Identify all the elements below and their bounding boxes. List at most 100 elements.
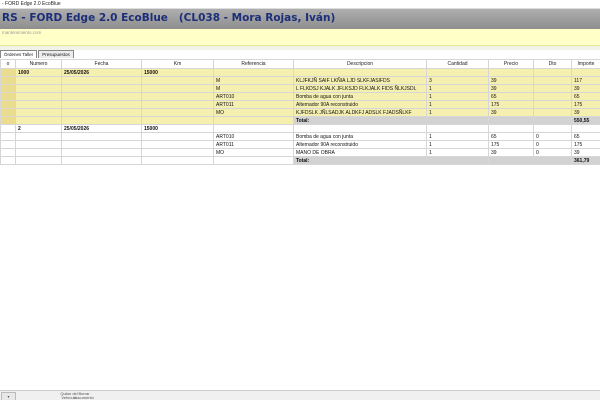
- empty-cell[interactable]: [141, 132, 214, 141]
- line-precio-cell[interactable]: 65: [488, 92, 534, 101]
- line-referencia-cell[interactable]: ART010: [213, 132, 294, 141]
- line-cantidad-cell[interactable]: 1: [426, 100, 489, 109]
- line-precio-cell[interactable]: 175: [488, 140, 534, 149]
- document-line-row[interactable]: ART011 Alternador 90A reconstruido 1 175 175: [0, 100, 600, 109]
- line-descripcion-cell[interactable]: Bomba de agua con junta: [293, 92, 427, 101]
- row-selector-cell[interactable]: [0, 116, 16, 125]
- col-header-km[interactable]: Km: [141, 59, 214, 69]
- line-importe-cell[interactable]: 175: [571, 140, 600, 149]
- total-filler-cell[interactable]: [488, 116, 534, 125]
- doc-km-cell[interactable]: 15000: [141, 68, 214, 77]
- empty-cell[interactable]: [61, 132, 142, 141]
- col-header-referencia[interactable]: Referencia: [213, 59, 294, 69]
- line-precio-cell[interactable]: 39: [488, 108, 534, 117]
- line-dto-cell[interactable]: [533, 108, 572, 117]
- col-header-descripcion[interactable]: Descripcion: [293, 59, 427, 69]
- line-dto-cell[interactable]: 0: [533, 148, 572, 157]
- total-filler-cell[interactable]: [426, 156, 489, 165]
- borrar-documento-button[interactable]: Borrar documento: [64, 391, 104, 400]
- doc-km-cell[interactable]: 15000: [141, 124, 214, 133]
- empty-cell[interactable]: [571, 68, 600, 77]
- empty-cell[interactable]: [141, 140, 214, 149]
- empty-cell[interactable]: [293, 124, 427, 133]
- doc-numero-cell[interactable]: 1000: [15, 68, 62, 77]
- line-descripcion-cell[interactable]: Bomba de agua con junta: [293, 132, 427, 141]
- total-label-cell[interactable]: Total:: [293, 156, 427, 165]
- line-cantidad-cell[interactable]: 1: [426, 140, 489, 149]
- row-selector-cell[interactable]: [0, 140, 16, 149]
- line-referencia-cell[interactable]: MO: [213, 148, 294, 157]
- empty-cell[interactable]: [571, 124, 600, 133]
- document-row[interactable]: 1000 25/05/2026 15000: [0, 68, 600, 77]
- total-filler-cell[interactable]: [488, 156, 534, 165]
- line-dto-cell[interactable]: [533, 92, 572, 101]
- document-line-row[interactable]: ART010 Bomba de agua con junta 1 65 0 65: [0, 132, 600, 141]
- empty-cell[interactable]: [141, 100, 214, 109]
- empty-cell[interactable]: [61, 100, 142, 109]
- empty-cell[interactable]: [61, 156, 142, 165]
- line-dto-cell[interactable]: [533, 100, 572, 109]
- line-descripcion-cell[interactable]: L FLKDSJ KJALK JFLKSJD FLKJALK FIDS ÑLKJ…: [293, 84, 427, 93]
- doc-fecha-cell[interactable]: 25/05/2026: [61, 124, 142, 133]
- col-header-dto[interactable]: Dto: [533, 59, 572, 69]
- line-cantidad-cell[interactable]: 1: [426, 92, 489, 101]
- empty-cell[interactable]: [488, 68, 534, 77]
- line-importe-cell[interactable]: 65: [571, 132, 600, 141]
- row-selector-cell[interactable]: [0, 148, 16, 157]
- empty-cell[interactable]: [141, 148, 214, 157]
- line-dto-cell[interactable]: 0: [533, 132, 572, 141]
- col-header-cantidad[interactable]: Cantidad: [426, 59, 489, 69]
- total-filler-cell[interactable]: [426, 116, 489, 125]
- empty-cell[interactable]: [15, 92, 62, 101]
- line-precio-cell[interactable]: 175: [488, 100, 534, 109]
- document-line-row[interactable]: MO MANO DE OBRA 1 39 0 39: [0, 148, 600, 157]
- line-descripcion-cell[interactable]: KJFDSLK JÑLSADJK ALDKFJ ADSLK FJADSÑLKF: [293, 108, 427, 117]
- line-cantidad-cell[interactable]: 1: [426, 132, 489, 141]
- empty-cell[interactable]: [15, 116, 62, 125]
- line-referencia-cell[interactable]: ART011: [213, 100, 294, 109]
- line-descripcion-cell[interactable]: Alternador 90A reconstruido: [293, 140, 427, 149]
- line-cantidad-cell[interactable]: 1: [426, 148, 489, 157]
- empty-cell[interactable]: [426, 124, 489, 133]
- line-descripcion-cell[interactable]: KLJFKJÑ SAIF LKÑIA LJD SLKFJASIFDS: [293, 76, 427, 85]
- doc-numero-cell[interactable]: 2: [15, 124, 62, 133]
- row-selector-cell[interactable]: [0, 68, 16, 77]
- line-referencia-cell[interactable]: MO: [213, 108, 294, 117]
- empty-cell[interactable]: [61, 108, 142, 117]
- line-importe-cell[interactable]: 117: [571, 76, 600, 85]
- empty-cell[interactable]: [533, 68, 572, 77]
- line-importe-cell[interactable]: 65: [571, 92, 600, 101]
- line-dto-cell[interactable]: [533, 76, 572, 85]
- row-selector-cell[interactable]: [0, 132, 16, 141]
- line-referencia-cell[interactable]: ART011: [213, 140, 294, 149]
- col-header-precio[interactable]: Precio: [488, 59, 534, 69]
- line-importe-cell[interactable]: 39: [571, 148, 600, 157]
- empty-cell[interactable]: [61, 84, 142, 93]
- line-importe-cell[interactable]: 175: [571, 100, 600, 109]
- empty-cell[interactable]: [15, 140, 62, 149]
- document-row[interactable]: 2 25/05/2026 15000: [0, 124, 600, 133]
- document-line-row[interactable]: M KLJFKJÑ SAIF LKÑIA LJD SLKFJASIFDS 3 39 11…: [0, 76, 600, 85]
- document-line-row[interactable]: ML FLKDSJ KJALK JFLKSJD FLKJALK FIDS ÑLK…: [0, 84, 600, 93]
- col-header-o[interactable]: o: [0, 59, 16, 69]
- empty-cell[interactable]: [141, 76, 214, 85]
- empty-cell[interactable]: [213, 116, 294, 125]
- empty-cell[interactable]: [213, 68, 294, 77]
- empty-cell[interactable]: [15, 76, 62, 85]
- line-importe-cell[interactable]: 39: [571, 108, 600, 117]
- empty-cell[interactable]: [141, 84, 214, 93]
- empty-cell[interactable]: [533, 124, 572, 133]
- line-precio-cell[interactable]: 65: [488, 132, 534, 141]
- document-line-row[interactable]: ART011 Alternador 90A reconstruido 1 175 0 17…: [0, 140, 600, 149]
- row-selector-cell[interactable]: [0, 108, 16, 117]
- line-dto-cell[interactable]: 0: [533, 140, 572, 149]
- empty-cell[interactable]: [141, 116, 214, 125]
- empty-cell[interactable]: [15, 84, 62, 93]
- document-line-row[interactable]: ART010 Bomba de agua con junta 1 65 65: [0, 92, 600, 101]
- empty-cell[interactable]: [15, 100, 62, 109]
- total-filler-cell[interactable]: [533, 116, 572, 125]
- empty-cell[interactable]: [488, 124, 534, 133]
- tab-ordenes-taller[interactable]: Órdenes Taller: [0, 50, 38, 58]
- line-referencia-cell[interactable]: M: [213, 76, 294, 85]
- line-cantidad-cell[interactable]: 1: [426, 108, 489, 117]
